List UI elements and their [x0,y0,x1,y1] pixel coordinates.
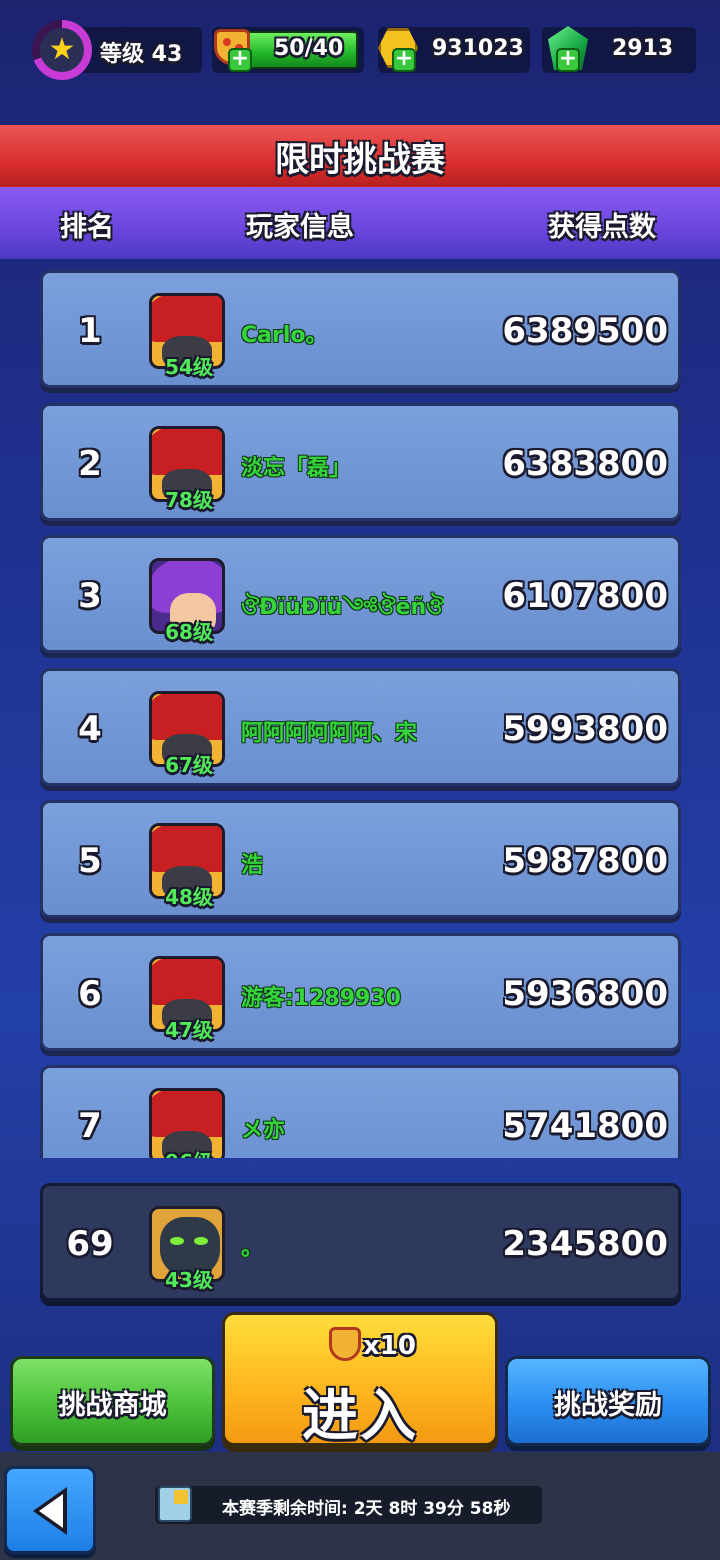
challenge-shop-button[interactable]: 挑战商城 [10,1356,215,1446]
player-name: 游客:1289930 [241,986,401,1011]
player-score: 5936800 [502,974,668,1014]
enter-button[interactable]: x10 进入 [222,1312,498,1449]
rank-column-header: 排名 [60,212,114,243]
player-level: 48级 [165,885,213,909]
coins-value: 931023 [432,36,524,61]
rank-number: 1 [78,311,102,351]
my-rank-number: 69 [66,1224,114,1264]
player-score: 5993800 [502,709,668,749]
player-score: 6383800 [502,444,668,484]
my-player-name: 。 [241,1236,264,1261]
star-icon: ★ [40,28,84,72]
pizza-icon [329,1327,361,1361]
my-score: 2345800 [502,1224,668,1264]
player-name: 淡忘「磊」 [241,456,352,481]
player-name: ঔĐïüĐïü༺ঔēñঔ [241,595,445,620]
season-timer: 本赛季剩余时间: 2天 8时 39分 58秒 [222,1499,511,1519]
column-headers: 排名 玩家信息 获得点数 [0,187,720,259]
points-column-header: 获得点数 [548,212,656,243]
player-name: メ亦 [241,1118,286,1143]
leaderboard-row[interactable]: 6 47级 游客:1289930 5936800 [40,933,681,1051]
entry-cost: x10 [225,1323,495,1367]
entry-cost-label: x10 [363,1331,416,1361]
level-progress-ring[interactable]: ★ [32,20,92,80]
add-coins-button[interactable]: + [392,48,416,72]
challenge-rewards-button[interactable]: 挑战奖励 [505,1356,711,1446]
leaderboard-row[interactable]: 2 78级 淡忘「磊」 6383800 [40,403,681,521]
rank-number: 5 [78,841,102,881]
rank-number: 3 [78,576,102,616]
energy-value: 50/40 [274,36,344,61]
leaderboard-row[interactable]: 5 48级 浩 5987800 [40,800,681,918]
player-level: 78级 [165,488,213,512]
add-energy-button[interactable]: + [228,48,252,72]
back-button[interactable] [4,1466,96,1554]
add-gems-button[interactable]: + [556,48,580,72]
leaderboard-row[interactable]: 4 67级 阿阿阿阿阿阿、宋 5993800 [40,668,681,786]
challenge-rewards-label: 挑战奖励 [554,1390,662,1421]
my-level: 43级 [165,1268,213,1292]
player-name: 浩 [241,853,264,878]
leaderboard-row[interactable]: 3 68级 ঔĐïüĐïü༺ঔēñঔ 6107800 [40,535,681,653]
rank-number: 4 [78,709,102,749]
player-score: 6389500 [502,311,668,351]
rank-number: 6 [78,974,102,1014]
my-leaderboard-row[interactable]: 69 43级 。 2345800 [40,1183,681,1301]
player-name: 阿阿阿阿阿阿、宋 [241,721,418,746]
player-level: 54级 [165,355,213,379]
page-title: 限时挑战赛 [0,125,720,187]
player-level: 47级 [165,1018,213,1042]
level-label: 等级 43 [100,42,183,67]
player-level: 68级 [165,620,213,644]
leaderboard-list[interactable]: 1 54级 Carlo。 6389500 2 78级 淡忘「磊」 6383800… [0,270,720,1158]
player-score: 5741800 [502,1106,668,1146]
player-score: 6107800 [502,576,668,616]
resource-bar: ★ 等级 43 + 50/40 + 931023 + 2913 [0,0,720,100]
challenge-shop-label: 挑战商城 [58,1390,167,1421]
player-column-header: 玩家信息 [246,212,354,243]
player-level: 67级 [165,753,213,777]
player-name: Carlo。 [241,323,328,348]
leaderboard-row[interactable]: 1 54级 Carlo。 6389500 [40,270,681,388]
enter-label: 进入 [302,1384,418,1449]
leaderboard-row[interactable]: 7 96级 メ亦 5741800 [40,1065,681,1158]
player-level: 96级 [147,1146,231,1158]
player-score: 5987800 [502,841,668,881]
gems-value: 2913 [612,36,674,61]
rank-number: 7 [78,1106,102,1146]
rank-number: 2 [78,444,102,484]
calendar-icon [158,1486,192,1522]
